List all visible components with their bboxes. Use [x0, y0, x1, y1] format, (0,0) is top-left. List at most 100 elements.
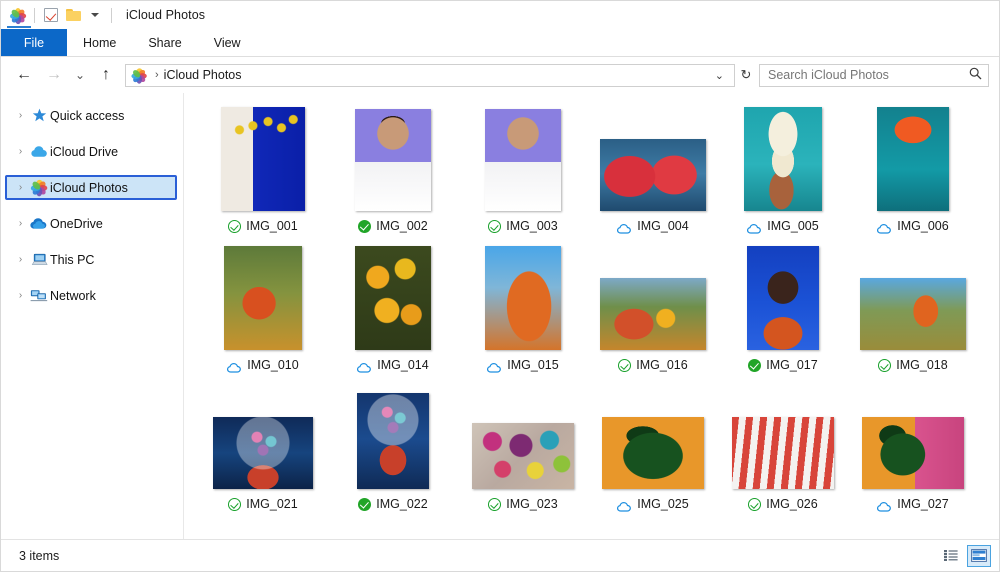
cloud-status-icon	[617, 499, 632, 510]
breadcrumb-current-path[interactable]: iCloud Photos	[164, 68, 242, 82]
file-item[interactable]: IMG_010	[198, 244, 328, 373]
file-item[interactable]: IMG_004	[588, 105, 718, 234]
search-input[interactable]	[768, 68, 965, 82]
expand-chevron-icon[interactable]: ›	[13, 146, 28, 157]
customize-chevron-icon[interactable]	[84, 5, 106, 25]
expand-chevron-icon[interactable]: ›	[13, 290, 28, 301]
photo-thumbnail[interactable]	[860, 278, 966, 350]
sidebar-item-label: This PC	[50, 253, 94, 267]
thumbnail-artwork	[485, 109, 561, 211]
photo-thumbnail[interactable]	[355, 246, 431, 350]
large-icons-view-button[interactable]	[967, 545, 991, 567]
thumbnail-container	[224, 244, 302, 350]
thumbnail-container	[213, 383, 313, 489]
sidebar-item-this-pc[interactable]: › This PC	[5, 247, 177, 272]
titlebar-divider-1	[34, 8, 35, 23]
photo-thumbnail[interactable]	[221, 107, 305, 211]
file-name-label: IMG_016	[636, 358, 687, 372]
sidebar-item-network[interactable]: ›Network	[5, 283, 177, 308]
file-caption: IMG_010	[227, 357, 298, 373]
cloud-status-icon	[357, 360, 372, 371]
search-icon[interactable]	[969, 67, 982, 83]
file-item[interactable]: IMG_018	[848, 244, 978, 373]
photo-thumbnail[interactable]	[355, 109, 431, 211]
file-item[interactable]: IMG_015	[458, 244, 588, 373]
file-item[interactable]: IMG_014	[328, 244, 458, 373]
sidebar-item-onedrive[interactable]: ›OneDrive	[5, 211, 177, 236]
expand-chevron-icon[interactable]: ›	[13, 218, 28, 229]
details-view-button[interactable]	[939, 545, 963, 567]
forward-button[interactable]: →	[39, 60, 69, 90]
refresh-button[interactable]: ↻	[735, 64, 757, 87]
file-item[interactable]: IMG_016	[588, 244, 718, 373]
search-box[interactable]	[759, 64, 989, 87]
photo-thumbnail[interactable]	[744, 107, 822, 211]
photo-thumbnail[interactable]	[213, 417, 313, 489]
sidebar-item-icloud-photos[interactable]: › iCloud Photos	[5, 175, 177, 200]
file-item[interactable]: IMG_027	[848, 383, 978, 512]
file-item[interactable]: IMG_001	[198, 105, 328, 234]
tab-share[interactable]: Share	[132, 29, 197, 56]
file-item[interactable]: IMG_026	[718, 383, 848, 512]
folder-icon[interactable]	[62, 5, 84, 25]
breadcrumb-chevron-down-icon[interactable]: ⌄	[709, 69, 730, 82]
tab-view[interactable]: View	[198, 29, 257, 56]
back-button[interactable]: ←	[9, 60, 39, 90]
thumbnail-artwork	[224, 246, 302, 350]
file-item[interactable]: IMG_021	[198, 383, 328, 512]
photo-thumbnail[interactable]	[224, 246, 302, 350]
tab-file[interactable]: File	[1, 29, 67, 56]
file-item[interactable]: IMG_023	[458, 383, 588, 512]
thumbnail-container	[862, 383, 964, 489]
expand-chevron-icon[interactable]: ›	[13, 254, 28, 265]
photo-thumbnail[interactable]	[472, 423, 574, 489]
photo-thumbnail[interactable]	[862, 417, 964, 489]
file-item[interactable]: IMG_017	[718, 244, 848, 373]
thumbnail-artwork	[472, 423, 574, 489]
photo-thumbnail[interactable]	[600, 139, 706, 211]
thumbnail-artwork	[213, 417, 313, 489]
thumbnail-artwork	[600, 139, 706, 211]
file-list-pane[interactable]: IMG_001 IMG_002IMG_003IMG_004 IMG_005 IMG_0…	[184, 93, 999, 539]
file-row: IMG_010 IMG_014 IMG_015 IMG_016 IMG_017IMG_0…	[198, 244, 999, 373]
thumbnail-artwork	[602, 417, 704, 489]
photo-thumbnail[interactable]	[732, 417, 834, 489]
navigation-pane: ›Quick access›iCloud Drive›iCloud Photos…	[1, 93, 184, 539]
file-caption: IMG_025	[617, 496, 688, 512]
photo-thumbnail[interactable]	[747, 246, 819, 350]
properties-checkmark-icon[interactable]	[40, 5, 62, 25]
file-item[interactable]: IMG_022	[328, 383, 458, 512]
photo-thumbnail[interactable]	[602, 417, 704, 489]
tab-home[interactable]: Home	[67, 29, 132, 56]
file-item[interactable]: IMG_003	[458, 105, 588, 234]
photo-thumbnail[interactable]	[600, 278, 706, 350]
file-caption: IMG_005	[747, 218, 818, 234]
computer-icon	[28, 253, 50, 266]
breadcrumb[interactable]: › iCloud Photos ⌄	[125, 64, 735, 87]
sidebar-item-label: Quick access	[50, 109, 124, 123]
sidebar-item-icloud-drive[interactable]: ›iCloud Drive	[5, 139, 177, 164]
downloaded-status-icon	[228, 498, 241, 511]
downloaded-status-icon	[618, 359, 631, 372]
photo-thumbnail[interactable]	[877, 107, 949, 211]
file-caption: IMG_015	[487, 357, 558, 373]
recent-locations-button[interactable]: ⌄	[69, 60, 91, 90]
up-button[interactable]: ↑	[91, 60, 121, 90]
file-name-label: IMG_022	[376, 497, 427, 511]
file-item[interactable]: IMG_002	[328, 105, 458, 234]
thumbnail-container	[472, 383, 574, 489]
sidebar-item-label: iCloud Photos	[50, 181, 128, 195]
file-item[interactable]: IMG_005	[718, 105, 848, 234]
thumbnail-artwork	[357, 393, 429, 489]
expand-chevron-icon[interactable]: ›	[13, 110, 28, 121]
file-item[interactable]: IMG_006	[848, 105, 978, 234]
file-item[interactable]: IMG_025	[588, 383, 718, 512]
file-name-label: IMG_015	[507, 358, 558, 372]
photo-thumbnail[interactable]	[357, 393, 429, 489]
star-icon	[28, 108, 50, 123]
expand-chevron-icon[interactable]: ›	[13, 182, 28, 193]
photo-thumbnail[interactable]	[485, 109, 561, 211]
sidebar-item-quick-access[interactable]: › Quick access	[5, 103, 177, 128]
photo-thumbnail[interactable]	[485, 246, 561, 350]
file-caption: IMG_001	[228, 218, 297, 234]
